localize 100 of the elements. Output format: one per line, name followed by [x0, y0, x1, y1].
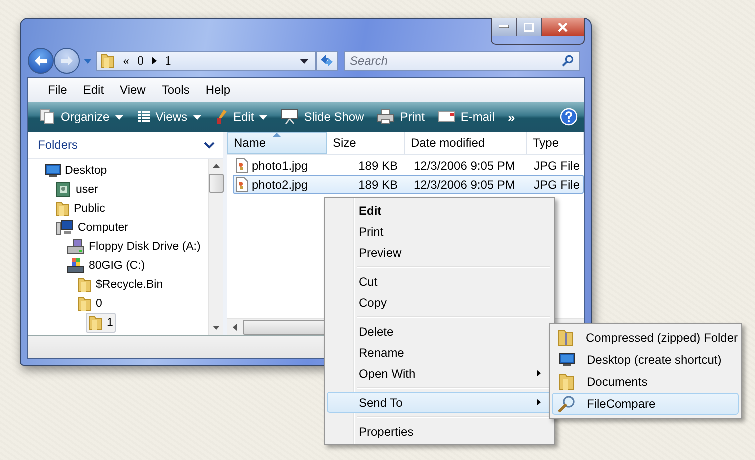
scroll-left-arrow-icon[interactable]	[233, 324, 237, 330]
toolbar-button[interactable]: Print	[371, 105, 432, 129]
left-arrow-icon	[34, 55, 48, 67]
column-header[interactable]: Name	[227, 132, 327, 154]
chevron-right-icon[interactable]	[152, 57, 157, 65]
tree-item[interactable]: Computer	[53, 218, 132, 238]
toolbar-button[interactable]: Edit	[208, 105, 276, 129]
tree-item[interactable]: Public	[53, 198, 108, 218]
chevron-down-icon[interactable]	[204, 142, 215, 148]
image-file-icon	[236, 177, 248, 192]
menu-item[interactable]: FileCompare	[552, 393, 739, 415]
sort-arrow-icon	[273, 133, 281, 137]
back-button[interactable]	[28, 48, 54, 74]
help-icon	[560, 108, 578, 126]
menu-item[interactable]: Cut	[327, 271, 552, 292]
scroll-down-arrow-icon[interactable]	[212, 326, 220, 330]
toolbar-button[interactable]: Views	[130, 105, 208, 129]
menu-item[interactable]: Documents	[552, 371, 739, 393]
column-header[interactable]: Type	[527, 132, 584, 154]
menu-item[interactable]: Copy	[327, 292, 552, 313]
image-file-icon	[236, 158, 248, 173]
tree-item[interactable]: Floppy Disk Drive (A:)	[64, 236, 204, 256]
dropdown-arrow-icon[interactable]	[300, 58, 309, 64]
tree-item[interactable]: user	[53, 180, 102, 200]
menu-item[interactable]: Tools	[154, 83, 198, 97]
monitor-icon	[45, 164, 61, 178]
computer-icon	[56, 220, 74, 236]
date-modified: 12/3/2006 9:05 PM	[413, 178, 516, 192]
refresh-button[interactable]	[316, 51, 338, 71]
file-name: photo1.jpg	[252, 158, 308, 172]
minimize-button[interactable]	[492, 18, 517, 36]
folder-icon	[89, 314, 103, 330]
breadcrumb-overflow[interactable]: «	[123, 53, 130, 69]
close-button[interactable]	[542, 18, 584, 36]
vertical-scrollbar[interactable]	[208, 159, 223, 335]
breadcrumb-item[interactable]: 0	[138, 53, 144, 69]
breadcrumb-item[interactable]: 1	[165, 53, 172, 69]
menu-item[interactable]: Help	[198, 83, 239, 97]
hard-drive-icon	[67, 258, 85, 274]
search-icon	[562, 55, 574, 67]
scroll-up-arrow-icon[interactable]	[212, 164, 220, 168]
tree-item[interactable]: $Recycle.Bin	[75, 274, 166, 294]
menu-item[interactable]: Properties	[327, 421, 552, 442]
forward-button[interactable]	[54, 48, 80, 74]
menu-item[interactable]: Preview	[327, 242, 552, 263]
menu-item[interactable]: File	[40, 83, 76, 97]
maximize-icon	[524, 22, 534, 32]
magnifier-icon	[558, 395, 576, 413]
folder-icon	[101, 53, 115, 69]
menu-item[interactable]: Compressed (zipped) Folder	[552, 327, 739, 349]
date-modified: 12/3/2006 9:05 PM	[413, 158, 516, 172]
floppy-drive-icon	[67, 238, 85, 254]
envelope-icon	[438, 111, 456, 123]
menu-item[interactable]: Edit	[327, 200, 552, 221]
menu-item[interactable]: Print	[327, 221, 552, 242]
minimize-icon	[499, 25, 509, 29]
tree-item[interactable]: 80GIG (C:)	[64, 256, 148, 276]
help-button[interactable]	[560, 108, 578, 126]
toolbar-button[interactable]: Organize	[34, 105, 131, 129]
tree-item[interactable]: 0	[75, 294, 106, 314]
pane-title: Folders	[38, 138, 78, 152]
menu-item[interactable]: Desktop (create shortcut)	[552, 349, 739, 371]
file-size: 189 KB	[358, 178, 399, 192]
folder-icon	[559, 373, 575, 391]
file-name: photo2.jpg	[252, 178, 308, 192]
monitor-icon	[559, 353, 575, 367]
search-field[interactable]: Search	[344, 51, 580, 71]
menu-item[interactable]: Open With	[327, 363, 552, 384]
tree-item[interactable]: 1	[86, 312, 116, 332]
tree-item[interactable]: Desktop	[42, 162, 110, 180]
user-card-icon	[56, 182, 72, 198]
folder-icon	[78, 296, 92, 312]
folder-icon	[56, 200, 70, 216]
list-view-icon	[136, 110, 151, 124]
file-type: JPG File	[533, 158, 582, 172]
file-type: JPG File	[533, 178, 582, 192]
column-header[interactable]: Date modified	[405, 132, 527, 154]
file-row[interactable]: photo2.jpg 189 KB 12/3/2006 9:05 PM JPG File	[233, 175, 584, 194]
scroll-thumb[interactable]	[208, 174, 224, 193]
column-header[interactable]: Size	[327, 132, 405, 154]
close-icon	[558, 22, 568, 32]
menu-item[interactable]: Rename	[327, 342, 552, 363]
paintbrush-icon	[214, 109, 228, 125]
address-bar[interactable]: « 0 1	[96, 51, 316, 71]
menu-item[interactable]: Edit	[75, 83, 112, 97]
toolbar-button[interactable]: E-mail	[432, 105, 502, 129]
menu-item[interactable]: View	[112, 83, 154, 97]
file-row[interactable]: photo1.jpg 189 KB 12/3/2006 9:05 PM JPG File	[233, 156, 584, 175]
maximize-button[interactable]	[517, 18, 542, 36]
printer-icon	[377, 109, 396, 125]
file-size: 189 KB	[358, 158, 399, 172]
menu-item[interactable]: Send To	[327, 392, 552, 413]
projector-screen-icon	[281, 109, 300, 125]
toolbar-button[interactable]: Slide Show	[275, 105, 372, 129]
right-arrow-icon	[60, 55, 74, 67]
folder-icon	[78, 276, 92, 292]
more-button[interactable]: »	[502, 105, 522, 129]
menu-item[interactable]: Delete	[327, 321, 552, 342]
pages-icon	[40, 109, 56, 125]
zipped-folder-icon	[558, 329, 574, 347]
